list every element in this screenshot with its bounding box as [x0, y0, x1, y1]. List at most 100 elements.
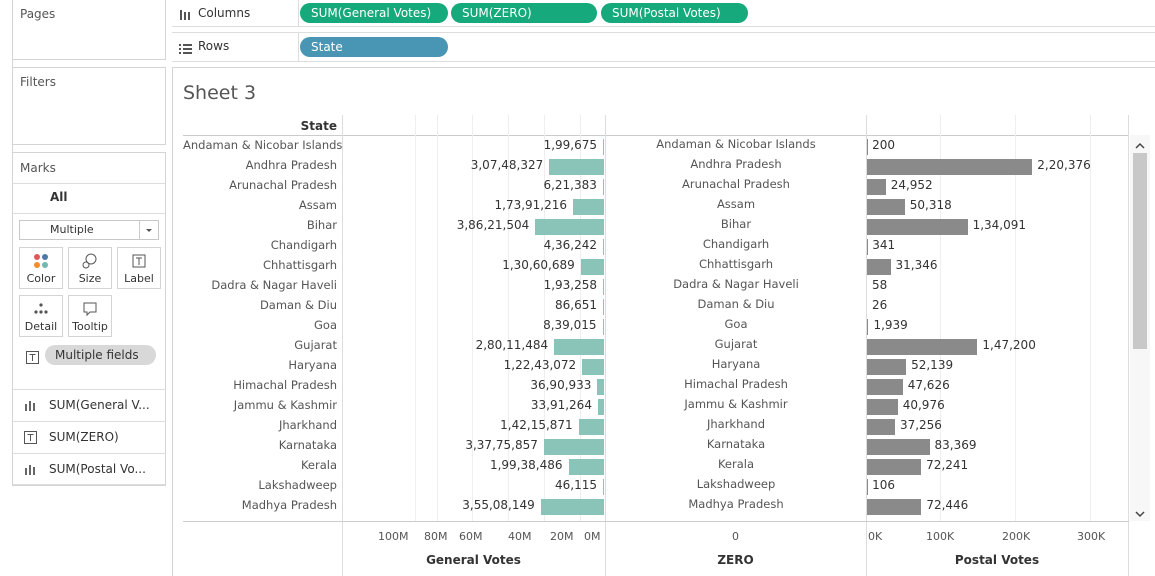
state-label[interactable]: Andaman & Nicobar Islands: [183, 137, 342, 153]
gv-tick-100m: 100M: [378, 530, 409, 543]
marks-row-postal-votes[interactable]: SUM(Postal Vo...: [12, 453, 166, 485]
rows-pill-state[interactable]: State: [300, 37, 448, 57]
general-votes-bar[interactable]: [582, 359, 604, 375]
zero-state-label[interactable]: Andhra Pradesh: [606, 156, 866, 172]
postal-votes-value: 1,939: [873, 318, 908, 332]
zero-state-label[interactable]: Lakshadweep: [606, 476, 866, 492]
state-label[interactable]: Jharkhand: [183, 417, 337, 433]
vertical-scrollbar[interactable]: [1130, 135, 1150, 521]
multiple-fields-pill[interactable]: Multiple fields: [45, 345, 156, 365]
mark-type-dropdown[interactable]: Multiple: [19, 220, 159, 240]
marks-row-general-votes[interactable]: SUM(General V...: [12, 389, 166, 421]
postal-votes-bar[interactable]: [867, 459, 922, 475]
filters-card[interactable]: Filters: [12, 67, 166, 145]
general-votes-bar[interactable]: [568, 459, 604, 475]
mark-type-value: Multiple: [50, 223, 94, 236]
zero-state-label[interactable]: Haryana: [606, 356, 866, 372]
postal-votes-bar[interactable]: [867, 159, 1033, 175]
general-votes-bar[interactable]: [597, 399, 604, 415]
size-icon: [69, 252, 111, 272]
general-votes-value: 3,55,08,149: [462, 498, 535, 512]
state-label[interactable]: Kerala: [183, 457, 337, 473]
postal-votes-bar[interactable]: [867, 259, 891, 275]
gv-tick-20m: 20M: [550, 530, 574, 543]
postal-votes-bar[interactable]: [867, 359, 907, 375]
zero-state-label[interactable]: Jammu & Kashmir: [606, 396, 866, 412]
postal-votes-bar[interactable]: [867, 419, 895, 435]
state-label[interactable]: Dadra & Nagar Haveli: [183, 277, 337, 293]
state-label[interactable]: Jammu & Kashmir: [183, 397, 337, 413]
general-votes-bar[interactable]: [573, 199, 604, 215]
postal-votes-bar[interactable]: [867, 319, 869, 335]
tooltip-button[interactable]: Tooltip: [68, 295, 112, 337]
general-votes-bar[interactable]: [603, 479, 604, 495]
marks-all-tab[interactable]: All: [50, 190, 68, 204]
detail-button[interactable]: Detail: [19, 295, 63, 337]
state-label[interactable]: Himachal Pradesh: [183, 377, 337, 393]
zero-state-label[interactable]: Goa: [606, 316, 866, 332]
postal-votes-bar[interactable]: [867, 399, 898, 415]
general-votes-bar[interactable]: [578, 419, 604, 435]
postal-votes-bar[interactable]: [867, 439, 930, 455]
postal-votes-bar[interactable]: [867, 339, 978, 355]
zero-state-label[interactable]: Chandigarh: [606, 236, 866, 252]
zero-state-label[interactable]: Jharkhand: [606, 416, 866, 432]
general-votes-bar[interactable]: [603, 139, 604, 155]
marks-row-label: SUM(ZERO): [49, 430, 119, 444]
general-votes-bar[interactable]: [580, 259, 604, 275]
general-votes-bar[interactable]: [597, 379, 604, 395]
columns-pill-general-votes[interactable]: SUM(General Votes): [300, 3, 448, 23]
state-label[interactable]: Arunachal Pradesh: [183, 177, 337, 193]
general-votes-bar[interactable]: [554, 339, 604, 355]
pv-tick-200k: 200K: [1002, 530, 1031, 543]
postal-votes-bar[interactable]: [867, 499, 922, 515]
zero-state-label[interactable]: Daman & Diu: [606, 296, 866, 312]
zero-state-label[interactable]: Gujarat: [606, 336, 866, 352]
zero-state-label[interactable]: Dadra & Nagar Haveli: [606, 276, 866, 292]
zero-state-label[interactable]: Bihar: [606, 216, 866, 232]
general-votes-bar[interactable]: [543, 439, 604, 455]
general-votes-value: 1,99,675: [543, 138, 597, 152]
zero-state-label[interactable]: Kerala: [606, 456, 866, 472]
label-button[interactable]: Label: [117, 247, 161, 289]
zero-state-label[interactable]: Himachal Pradesh: [606, 376, 866, 392]
state-label[interactable]: Gujarat: [183, 337, 337, 353]
zero-state-label[interactable]: Andaman & Nicobar Islands: [606, 136, 866, 152]
pages-card[interactable]: Pages: [12, 0, 166, 60]
zero-state-label[interactable]: Karnataka: [606, 436, 866, 452]
state-label[interactable]: Goa: [183, 317, 337, 333]
state-label[interactable]: Daman & Diu: [183, 297, 337, 313]
zero-state-label[interactable]: Arunachal Pradesh: [606, 176, 866, 192]
general-votes-bar[interactable]: [540, 499, 604, 515]
zero-state-label[interactable]: Madhya Pradesh: [606, 496, 866, 512]
state-label[interactable]: Bihar: [183, 217, 337, 233]
general-votes-bar[interactable]: [549, 159, 604, 175]
zero-state-label[interactable]: Assam: [606, 196, 866, 212]
postal-votes-bar[interactable]: [867, 179, 886, 195]
state-label[interactable]: Lakshadweep: [183, 477, 337, 493]
general-votes-bar[interactable]: [603, 299, 604, 315]
postal-votes-bar[interactable]: [867, 199, 905, 215]
postal-votes-bar[interactable]: [867, 219, 968, 235]
state-label[interactable]: Andhra Pradesh: [183, 157, 337, 173]
columns-pill-zero[interactable]: SUM(ZERO): [451, 3, 597, 23]
zero-state-label[interactable]: Chhattisgarh: [606, 256, 866, 272]
general-votes-bar[interactable]: [603, 239, 604, 255]
size-button[interactable]: Size: [68, 247, 112, 289]
general-votes-bar[interactable]: [535, 219, 604, 235]
state-label[interactable]: Assam: [183, 197, 337, 213]
general-votes-bar[interactable]: [603, 279, 604, 295]
state-label[interactable]: Madhya Pradesh: [183, 497, 337, 513]
state-label[interactable]: Karnataka: [183, 437, 337, 453]
color-button[interactable]: Color: [19, 247, 63, 289]
general-votes-bar[interactable]: [602, 179, 604, 195]
scroll-down-icon[interactable]: [1134, 505, 1146, 524]
state-label[interactable]: Chandigarh: [183, 237, 337, 253]
postal-votes-bar[interactable]: [867, 379, 903, 395]
state-label[interactable]: Chhattisgarh: [183, 257, 337, 273]
scrollbar-thumb[interactable]: [1133, 153, 1147, 349]
marks-row-zero[interactable]: SUM(ZERO): [12, 421, 166, 453]
state-label[interactable]: Haryana: [183, 357, 337, 373]
columns-pill-postal-votes[interactable]: SUM(Postal Votes): [601, 3, 748, 23]
general-votes-bar[interactable]: [602, 319, 604, 335]
